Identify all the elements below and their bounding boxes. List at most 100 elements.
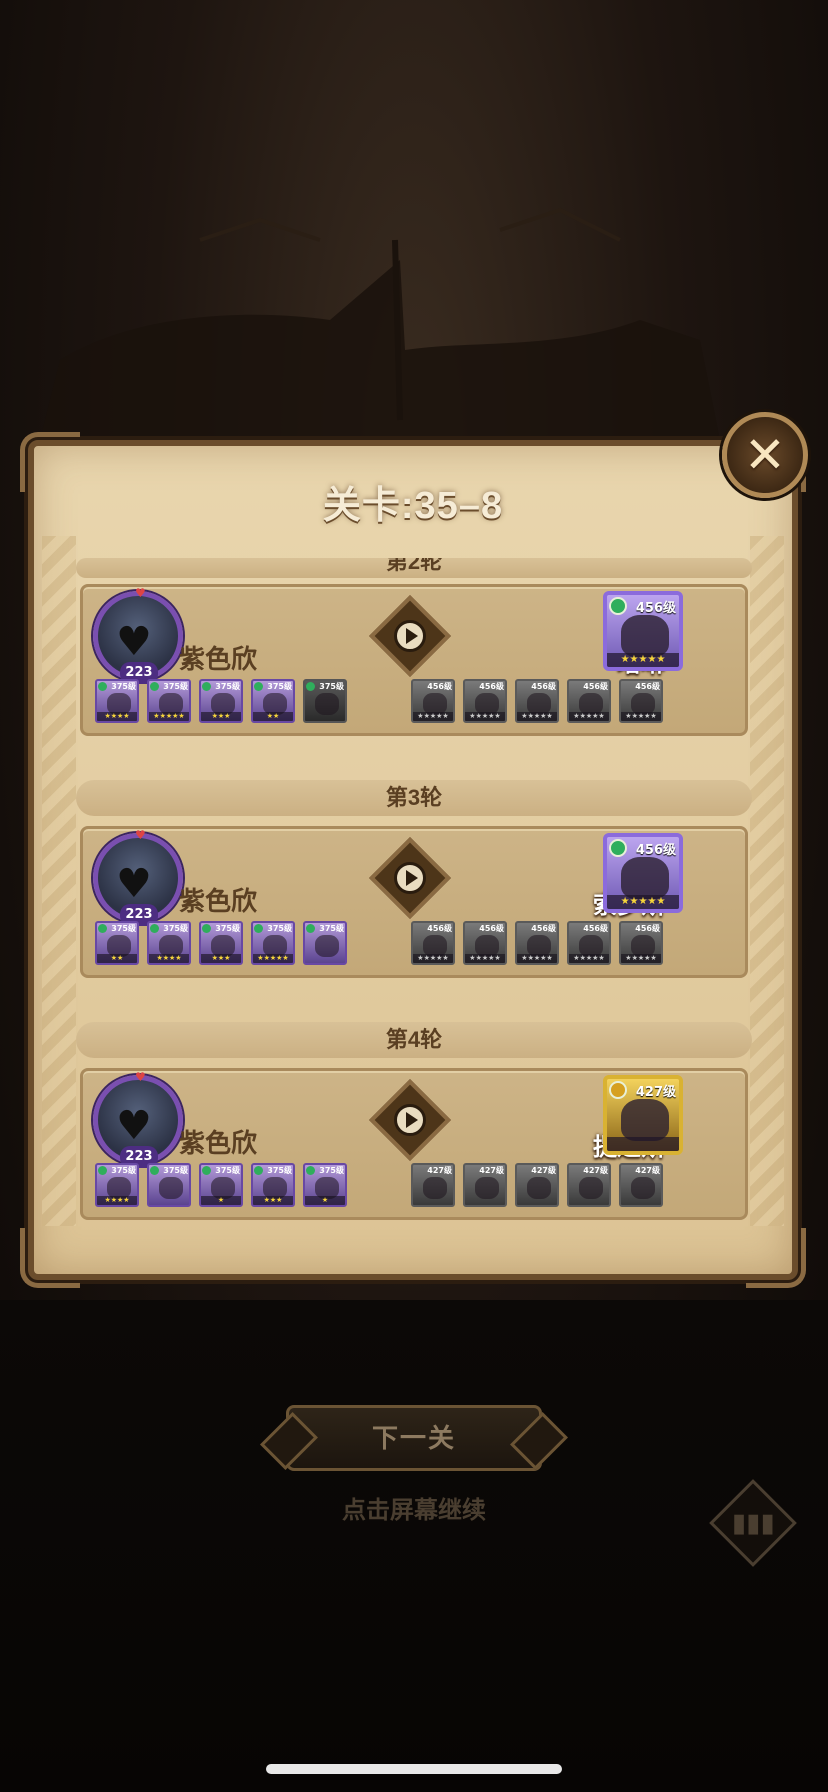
boss-stars: ★★★★★ bbox=[607, 895, 679, 909]
faction-icon bbox=[98, 1166, 107, 1175]
player-team: 375级 ★★ 375级 ★★★★ 375级 ★★★ 375级 ★★★★★ 375级 bbox=[95, 921, 347, 965]
boss-face bbox=[621, 1099, 669, 1141]
hero-stars: ★★★★★ bbox=[149, 712, 189, 721]
hero-portrait[interactable]: 375级 bbox=[303, 679, 347, 723]
play-icon bbox=[405, 628, 418, 644]
faction-icon bbox=[150, 682, 159, 691]
hero-portrait[interactable]: 375级 ★★ bbox=[251, 679, 295, 723]
boss-stars bbox=[607, 1137, 679, 1151]
faction-icon bbox=[306, 924, 315, 933]
hero-portrait[interactable]: 375级 ★★★★★ bbox=[251, 921, 295, 965]
enemy-stars: ★★★★★ bbox=[621, 954, 661, 963]
player-name: 紫色欣 bbox=[179, 644, 258, 674]
hero-level: 375级 bbox=[215, 924, 240, 933]
enemy-portrait[interactable]: 456级 ★★★★★ bbox=[463, 921, 507, 965]
player-avatar[interactable]: ♥ ♥ 223 bbox=[93, 828, 183, 926]
replay-button[interactable] bbox=[368, 1078, 452, 1162]
heart-pin-icon: ♥ bbox=[135, 828, 146, 842]
enemy-level: 456级 bbox=[479, 924, 504, 933]
next-stage-button[interactable]: 下一关 bbox=[286, 1405, 542, 1471]
frame-pattern bbox=[750, 536, 784, 1226]
boss-portrait[interactable]: 456级 ★★★★★ bbox=[603, 591, 683, 671]
close-icon: ✕ bbox=[744, 426, 786, 484]
frame-pattern bbox=[42, 536, 76, 1226]
enemy-portrait[interactable]: 427级 bbox=[619, 1163, 663, 1207]
hero-portrait[interactable]: 375级 ★ bbox=[199, 1163, 243, 1207]
hero-stars: ★ bbox=[305, 1196, 345, 1205]
enemy-portrait[interactable]: 456级 ★★★★★ bbox=[619, 679, 663, 723]
close-button[interactable]: ✕ bbox=[722, 412, 808, 498]
hero-portrait[interactable]: 375级 ★★★ bbox=[199, 921, 243, 965]
boss-portrait[interactable]: 427级 bbox=[603, 1075, 683, 1155]
hero-portrait[interactable]: 375级 bbox=[303, 921, 347, 965]
enemy-level: 427级 bbox=[479, 1166, 504, 1175]
tap-to-continue-hint: 点击屏幕继续 bbox=[342, 1497, 486, 1524]
enemy-stars: ★★★★★ bbox=[517, 954, 557, 963]
player-avatar[interactable]: ♥ ♥ 223 bbox=[93, 586, 183, 684]
enemy-face bbox=[475, 1177, 499, 1199]
enemy-portrait[interactable]: 456级 ★★★★★ bbox=[515, 679, 559, 723]
hero-stars: ★★★★★ bbox=[253, 954, 293, 963]
hero-portrait[interactable]: 375级 ★★★★ bbox=[147, 921, 191, 965]
enemy-level: 456级 bbox=[531, 682, 556, 691]
hero-portrait[interactable]: 375级 ★★★★ bbox=[95, 1163, 139, 1207]
enemy-stars: ★★★★★ bbox=[517, 712, 557, 721]
hero-portrait[interactable]: 375级 ★★★ bbox=[199, 679, 243, 723]
play-icon bbox=[405, 1112, 418, 1128]
enemy-portrait[interactable]: 456级 ★★★★★ bbox=[411, 921, 455, 965]
faction-icon bbox=[98, 682, 107, 691]
enemy-portrait[interactable]: 456级 ★★★★★ bbox=[619, 921, 663, 965]
hero-level: 375级 bbox=[163, 1166, 188, 1175]
hero-portrait[interactable]: 375级 ★★★ bbox=[251, 1163, 295, 1207]
enemy-level: 456级 bbox=[583, 682, 608, 691]
replay-button[interactable] bbox=[368, 836, 452, 920]
hero-stars: ★★ bbox=[97, 954, 137, 963]
heart-pin-icon: ♥ bbox=[135, 1070, 146, 1084]
enemy-portrait[interactable]: 456级 ★★★★★ bbox=[515, 921, 559, 965]
hero-portrait[interactable]: 375级 ★ bbox=[303, 1163, 347, 1207]
faction-icon bbox=[98, 924, 107, 933]
faction-icon bbox=[202, 1166, 211, 1175]
hero-level: 375级 bbox=[215, 682, 240, 691]
enemy-stars: ★★★★★ bbox=[621, 712, 661, 721]
frame-corner bbox=[746, 1228, 806, 1288]
enemy-portrait[interactable]: 427级 bbox=[515, 1163, 559, 1207]
hero-portrait[interactable]: 375级 ★★★★ bbox=[95, 679, 139, 723]
enemy-portrait[interactable]: 427级 bbox=[463, 1163, 507, 1207]
hero-stars: ★★★★ bbox=[97, 1196, 137, 1205]
player-name: 紫色欣 bbox=[179, 1128, 258, 1158]
boss-portrait[interactable]: 456级 ★★★★★ bbox=[603, 833, 683, 913]
faction-icon bbox=[254, 682, 263, 691]
hero-portrait[interactable]: 375级 ★★★★★ bbox=[147, 679, 191, 723]
stats-icon: ▮▮▮ bbox=[731, 1508, 775, 1538]
hero-stars: ★★★★ bbox=[97, 712, 137, 721]
enemy-portrait[interactable]: 456级 ★★★★★ bbox=[567, 679, 611, 723]
enemy-level: 456级 bbox=[635, 924, 660, 933]
enemy-portrait[interactable]: 456级 ★★★★★ bbox=[567, 921, 611, 965]
enemy-portrait[interactable]: 456级 ★★★★★ bbox=[463, 679, 507, 723]
boss-level: 427级 bbox=[635, 1085, 676, 1100]
faction-icon bbox=[254, 924, 263, 933]
enemy-portrait[interactable]: 456级 ★★★★★ bbox=[411, 679, 455, 723]
background-lower bbox=[0, 1300, 828, 1792]
player-team: 375级 ★★★★ 375级 ★★★★★ 375级 ★★★ 375级 ★★ 375级 bbox=[95, 679, 347, 723]
enemy-team: 456级 ★★★★★ 456级 ★★★★★ 456级 ★★★★★ 456级 ★★★★★ 456级… bbox=[411, 921, 663, 965]
hero-level: 375级 bbox=[163, 924, 188, 933]
enemy-stars: ★★★★★ bbox=[413, 954, 453, 963]
heart-pin-icon: ♥ bbox=[135, 586, 146, 600]
hero-stars: ★ bbox=[201, 1196, 241, 1205]
player-avatar[interactable]: ♥ ♥ 223 bbox=[93, 1070, 183, 1168]
hero-portrait[interactable]: 375级 bbox=[147, 1163, 191, 1207]
replay-button[interactable] bbox=[368, 594, 452, 678]
hero-face bbox=[159, 1177, 183, 1199]
enemy-portrait[interactable]: 427级 bbox=[567, 1163, 611, 1207]
boss-face bbox=[621, 857, 669, 899]
faction-icon bbox=[609, 839, 627, 857]
round-card: ♥♥223紫色欣索罗斯456级★★★★★375级★★375级★★★★375级★★… bbox=[80, 826, 748, 978]
enemy-portrait[interactable]: 427级 bbox=[411, 1163, 455, 1207]
hero-portrait[interactable]: 375级 ★★ bbox=[95, 921, 139, 965]
home-indicator[interactable] bbox=[266, 1764, 562, 1774]
enemy-stars: ★★★★★ bbox=[413, 712, 453, 721]
hero-level: 375级 bbox=[267, 682, 292, 691]
hero-level: 375级 bbox=[267, 924, 292, 933]
